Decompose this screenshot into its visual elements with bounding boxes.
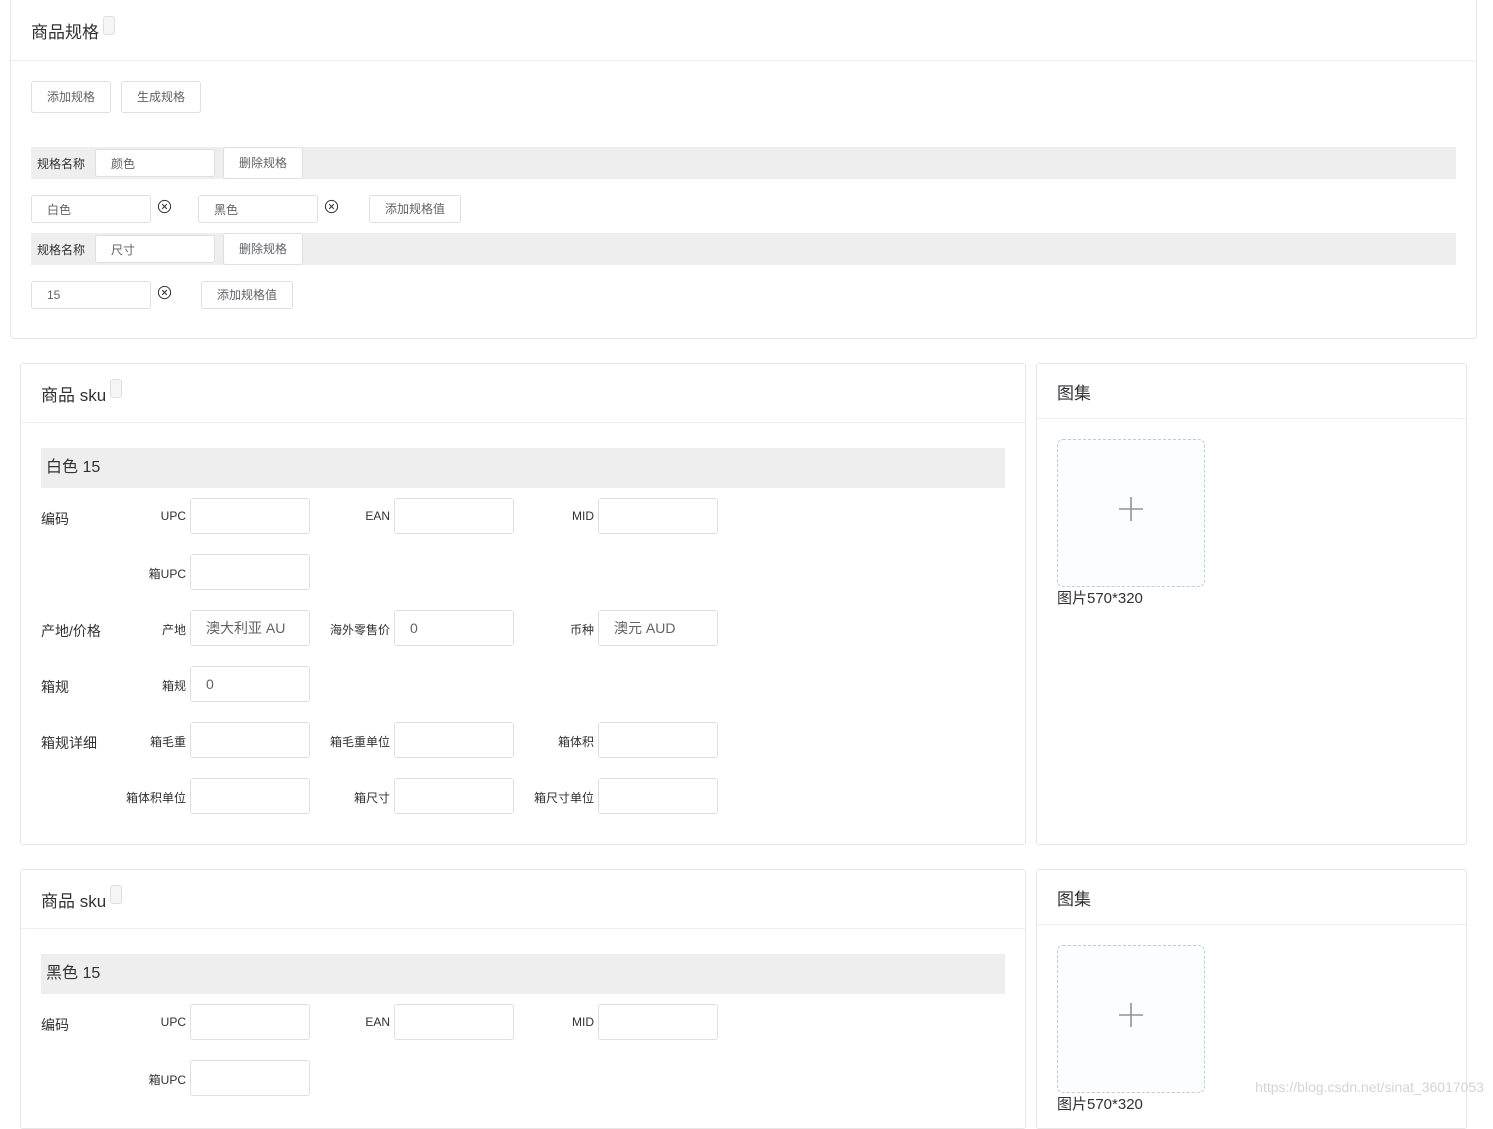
watermark: https://blog.csdn.net/sinat_36017053 [1255,1079,1484,1095]
field-label-box-upc: 箱UPC [148,1073,186,1087]
sku-card-title: 商品 sku [41,385,107,405]
box-weight-unit-input[interactable] [394,722,514,758]
box-gross-weight-input[interactable] [190,722,310,758]
field-label-box-spec: 箱规 [161,679,186,693]
header-chip [103,16,115,35]
spec-value-input[interactable] [31,195,151,223]
ean-input[interactable] [394,1004,514,1040]
upc-input[interactable] [190,498,310,534]
currency-select[interactable] [598,610,718,646]
gallery-title: 图集 [1057,889,1091,909]
upload-size-hint: 图片570*320 [1057,1096,1143,1113]
group-label-box-detail: 箱规详细 [41,735,97,751]
box-upc-input[interactable] [190,554,310,590]
spec-card: 商品规格 添加规格 生成规格 规格名称 删除规格 添加规格值 规格名称 删除规格… [10,0,1477,339]
group-label-code: 编码 [41,511,69,527]
sku-card-header: 商品 sku [21,364,1025,423]
delete-spec-button[interactable]: 删除规格 [223,233,303,265]
plus-icon [1119,497,1143,521]
field-label-origin: 产地 [161,623,186,637]
field-label-currency: 币种 [569,623,594,637]
mid-input[interactable] [598,498,718,534]
field-label-upc: UPC [160,509,186,523]
plus-icon [1119,1003,1143,1027]
spec-value-input[interactable] [31,281,151,309]
sku-card-title: 商品 sku [41,891,107,911]
mid-input[interactable] [598,1004,718,1040]
add-spec-value-button[interactable]: 添加规格值 [201,281,293,309]
retail-price-input[interactable] [394,610,514,646]
ean-input[interactable] [394,498,514,534]
spec-name-label: 规格名称 [37,243,86,257]
spec-name-input[interactable] [95,235,215,263]
field-label-box-upc: 箱UPC [148,567,186,581]
gallery-title: 图集 [1057,383,1091,403]
sku-card: 商品 sku 黑色 15 编码 UPC EAN MID 箱UPC [20,869,1026,1129]
generate-spec-button[interactable]: 生成规格 [121,81,201,113]
image-upload-button[interactable] [1057,945,1205,1093]
spec-card-title: 商品规格 [31,23,99,42]
remove-value-icon[interactable] [157,285,172,300]
upload-size-hint: 图片570*320 [1057,590,1143,607]
box-spec-input[interactable] [190,666,310,702]
delete-spec-button[interactable]: 删除规格 [223,147,303,179]
group-label-code: 编码 [41,1017,69,1033]
sku-card-header: 商品 sku [21,870,1025,929]
spec-row-color: 规格名称 删除规格 [31,147,1456,179]
field-label-retail-price: 海外零售价 [329,623,390,637]
header-chip [110,884,123,904]
field-label-mid: MID [572,509,594,523]
group-label-box-spec: 箱规 [41,679,69,695]
remove-value-icon[interactable] [324,199,339,214]
field-label-ean: EAN [365,1015,390,1029]
sku-card: 商品 sku 白色 15 编码 UPC EAN MID 箱UPC 产地/价格 产… [20,363,1026,845]
field-label-box-size: 箱尺寸 [353,791,390,805]
spec-card-header: 商品规格 [11,0,1476,61]
image-upload-button[interactable] [1057,439,1205,587]
header-chip [110,378,123,398]
field-label-mid: MID [572,1015,594,1029]
gallery-card: 图集 图片570*320 [1036,363,1467,845]
add-spec-button[interactable]: 添加规格 [31,81,111,113]
box-size-input[interactable] [394,778,514,814]
upc-input[interactable] [190,1004,310,1040]
box-volume-unit-input[interactable] [190,778,310,814]
group-label-origin-price: 产地/价格 [41,623,101,639]
spec-name-label: 规格名称 [37,157,86,171]
box-size-unit-input[interactable] [598,778,718,814]
remove-value-icon[interactable] [157,199,172,214]
field-label-upc: UPC [160,1015,186,1029]
field-label-box-gross-weight: 箱毛重 [149,735,186,749]
spec-name-input[interactable] [95,149,215,177]
spec-value-input[interactable] [198,195,318,223]
field-label-box-volume: 箱体积 [557,735,594,749]
field-label-box-size-unit: 箱尺寸单位 [533,791,594,805]
field-label-box-volume-unit: 箱体积单位 [125,791,186,805]
add-spec-value-button[interactable]: 添加规格值 [369,195,461,223]
gallery-card-header: 图集 [1037,364,1466,419]
gallery-card-header: 图集 [1037,870,1466,925]
sku-variant-title: 白色 15 [41,448,1005,488]
field-label-ean: EAN [365,509,390,523]
spec-row-size: 规格名称 删除规格 [31,233,1456,265]
field-label-box-weight-unit: 箱毛重单位 [329,735,390,749]
origin-select[interactable] [190,610,310,646]
sku-variant-title: 黑色 15 [41,954,1005,994]
box-volume-input[interactable] [598,722,718,758]
box-upc-input[interactable] [190,1060,310,1096]
